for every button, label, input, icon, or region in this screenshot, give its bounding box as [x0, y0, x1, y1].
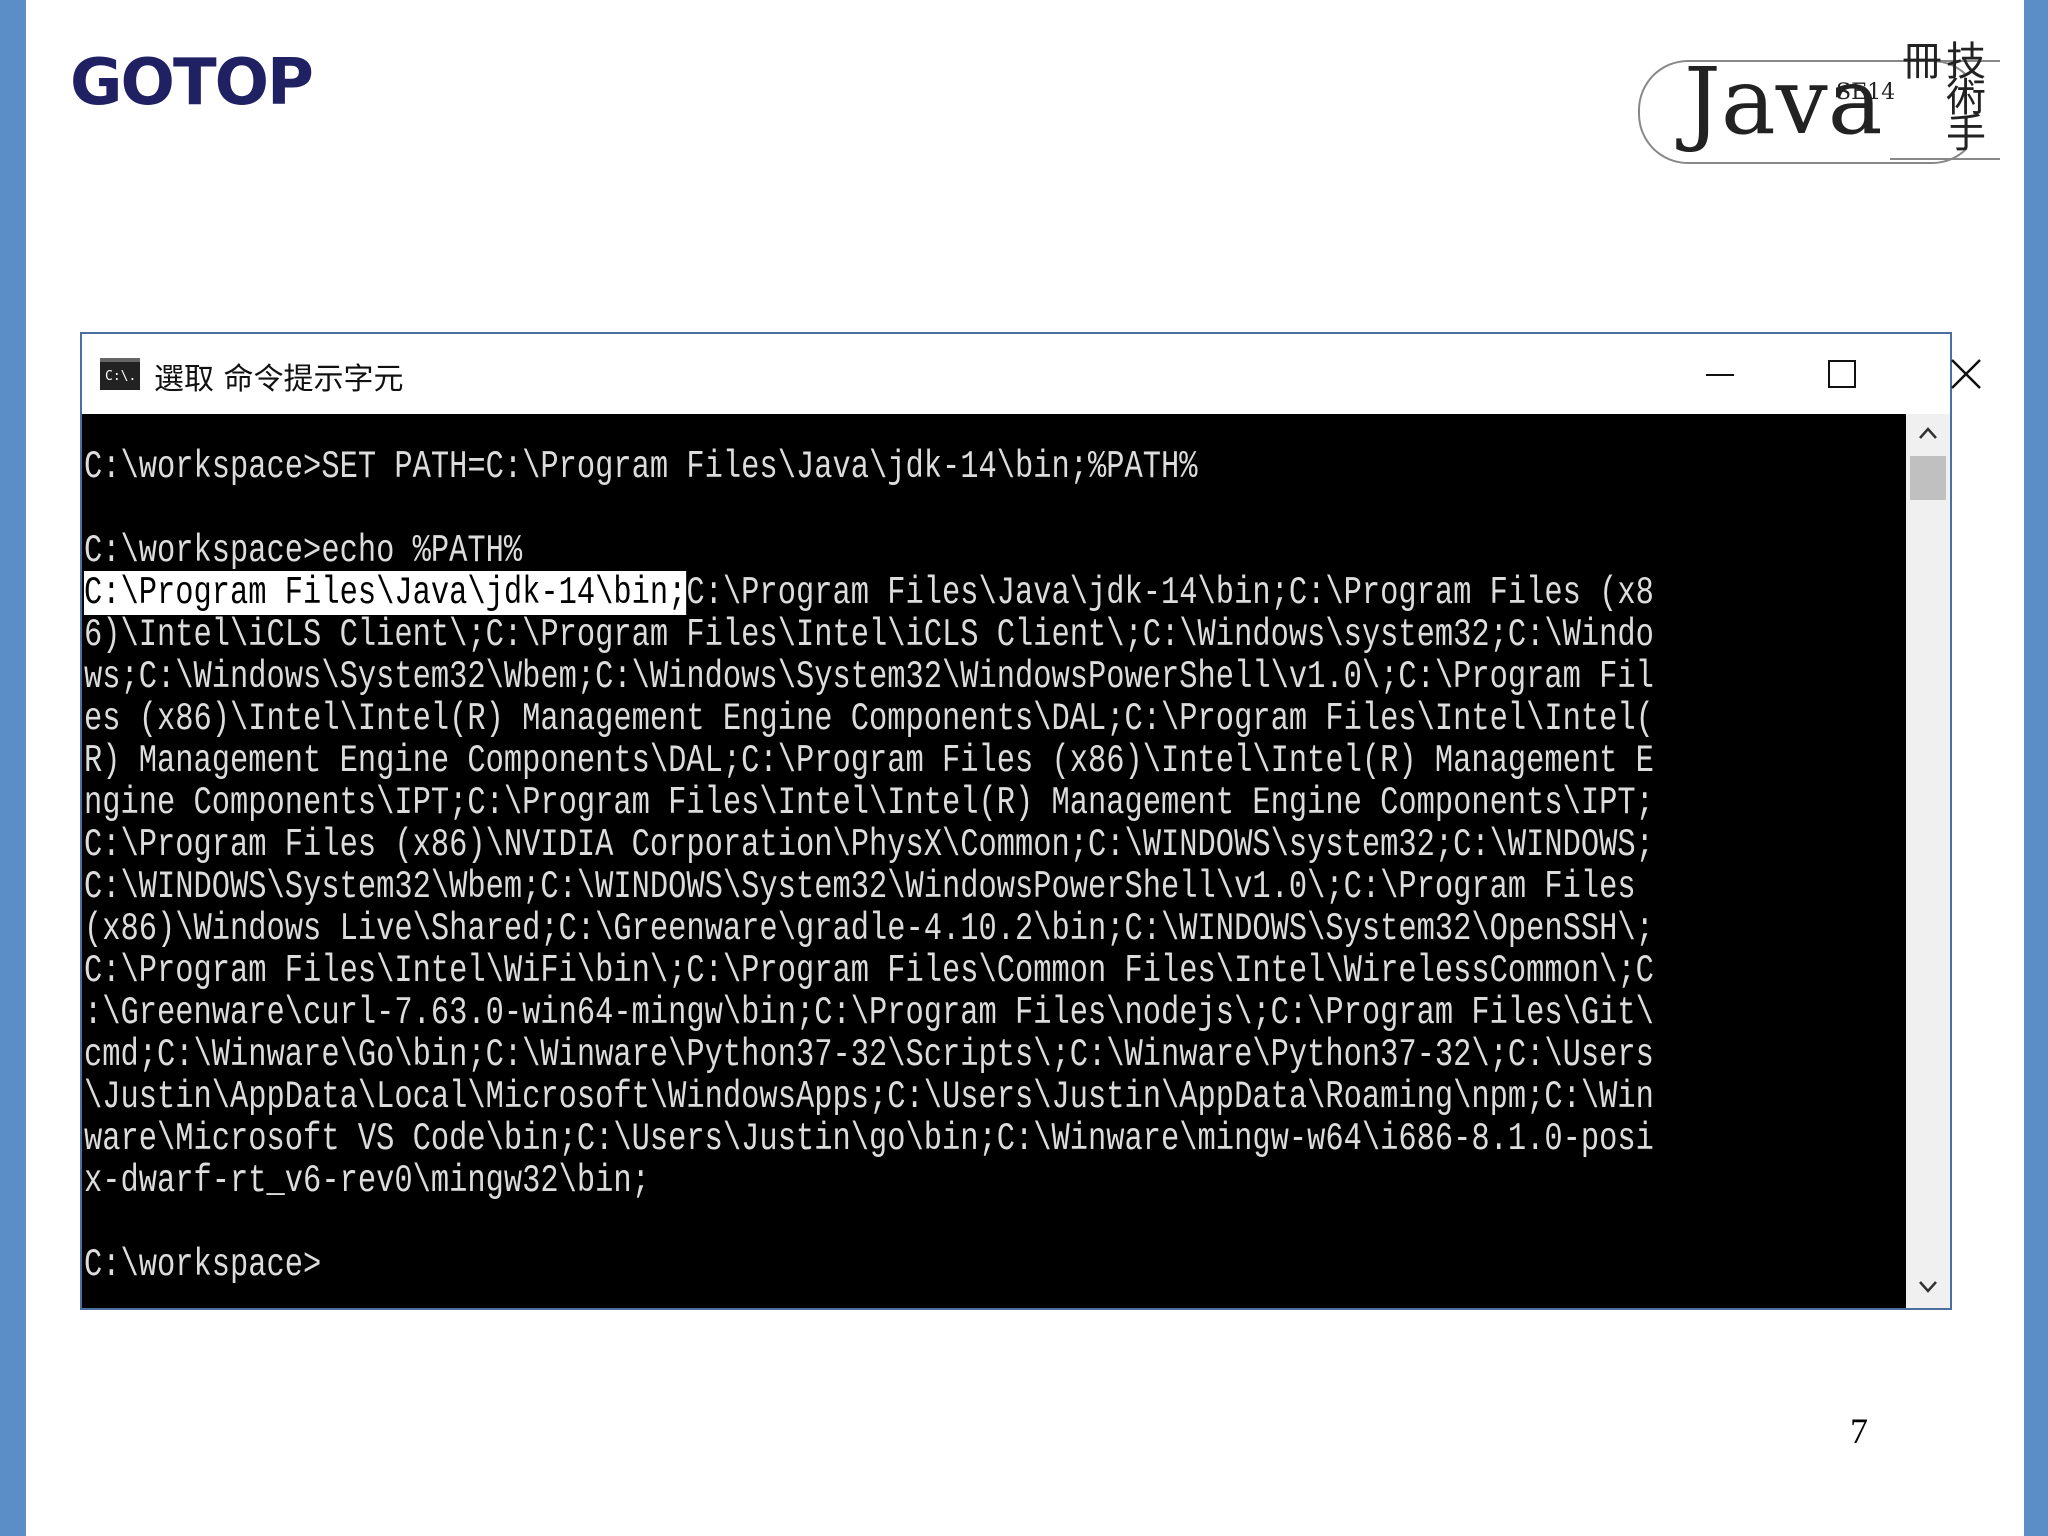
console-line: ws;C:\Windows\System32\Wbem;C:\Windows\S… — [84, 655, 1654, 699]
cmd-window: C:\. 選取 命令提示字元 C:\workspace>SET PATH=C:\… — [80, 332, 1981, 1310]
maximize-icon — [1828, 360, 1856, 388]
console-line-rest: C:\Program Files\Java\jdk-14\bin;C:\Prog… — [686, 571, 1654, 615]
cmd-app-icon[interactable]: C:\. — [100, 358, 140, 390]
window-title: 選取 命令提示字元 — [154, 362, 404, 397]
maximize-button[interactable] — [1794, 348, 1890, 400]
window-titlebar[interactable]: C:\. 選取 命令提示字元 — [82, 334, 1981, 414]
console-line: (x86)\Windows Live\Shared;C:\Greenware\g… — [84, 907, 1654, 951]
console-line: :\Greenware\curl-7.63.0-win64-mingw\bin;… — [84, 991, 1654, 1035]
scroll-down-button[interactable] — [1906, 1268, 1950, 1308]
console-line: C:\Program Files (x86)\NVIDIA Corporatio… — [84, 823, 1654, 867]
console-line: C:\workspace>echo %PATH% — [84, 529, 523, 573]
console-line: es (x86)\Intel\Intel(R) Management Engin… — [84, 697, 1654, 741]
console-line: 6)\Intel\iCLS Client\;C:\Program Files\I… — [84, 613, 1654, 657]
console-line: C:\Program Files\Intel\WiFi\bin\;C:\Prog… — [84, 949, 1654, 993]
console-line: ware\Microsoft VS Code\bin;C:\Users\Just… — [84, 1117, 1654, 1161]
scrollbar-thumb[interactable] — [1910, 456, 1946, 500]
scroll-up-button[interactable] — [1906, 414, 1950, 454]
console-line: \Justin\AppData\Local\Microsoft\WindowsA… — [84, 1075, 1654, 1119]
console-line: ngine Components\IPT;C:\Program Files\In… — [84, 781, 1654, 825]
left-accent-bar — [0, 0, 26, 1536]
java-book-badge: Java SE14 技術手冊 — [1630, 40, 2000, 180]
console-line: x-dwarf-rt_v6-rev0\mingw32\bin; — [84, 1159, 650, 1203]
chevron-up-icon — [1919, 427, 1937, 439]
selected-text[interactable]: C:\Program Files\Java\jdk-14\bin; — [84, 571, 687, 615]
close-icon — [1951, 359, 1981, 389]
console-output[interactable]: C:\workspace>SET PATH=C:\Program Files\J… — [82, 414, 1906, 1308]
minimize-button[interactable] — [1672, 348, 1768, 400]
minimize-icon — [1706, 374, 1734, 376]
close-button[interactable] — [1918, 348, 2014, 400]
console-line: C:\WINDOWS\System32\Wbem;C:\WINDOWS\Syst… — [84, 865, 1636, 909]
chevron-down-icon — [1919, 1281, 1937, 1293]
badge-subtitle-text: 技術手冊 — [1895, 40, 1985, 148]
console-line: cmd;C:\Winware\Go\bin;C:\Winware\Python3… — [84, 1033, 1654, 1077]
console-line: C:\workspace>SET PATH=C:\Program Files\J… — [84, 445, 1198, 489]
right-accent-bar — [2024, 0, 2048, 1536]
badge-edition-text: SE14 — [1836, 80, 1896, 105]
gotop-logo: GOTOP — [70, 46, 314, 120]
console-prompt: C:\workspace> — [84, 1243, 322, 1287]
vertical-scrollbar[interactable] — [1906, 414, 1950, 1308]
page-number: 7 — [1850, 1411, 1868, 1451]
console-line-selected: C:\Program Files\Java\jdk-14\bin;C:\Prog… — [84, 571, 1654, 615]
console-text-area[interactable]: C:\workspace>SET PATH=C:\Program Files\J… — [84, 446, 1906, 1286]
console-line: R) Management Engine Components\DAL;C:\P… — [84, 739, 1654, 783]
